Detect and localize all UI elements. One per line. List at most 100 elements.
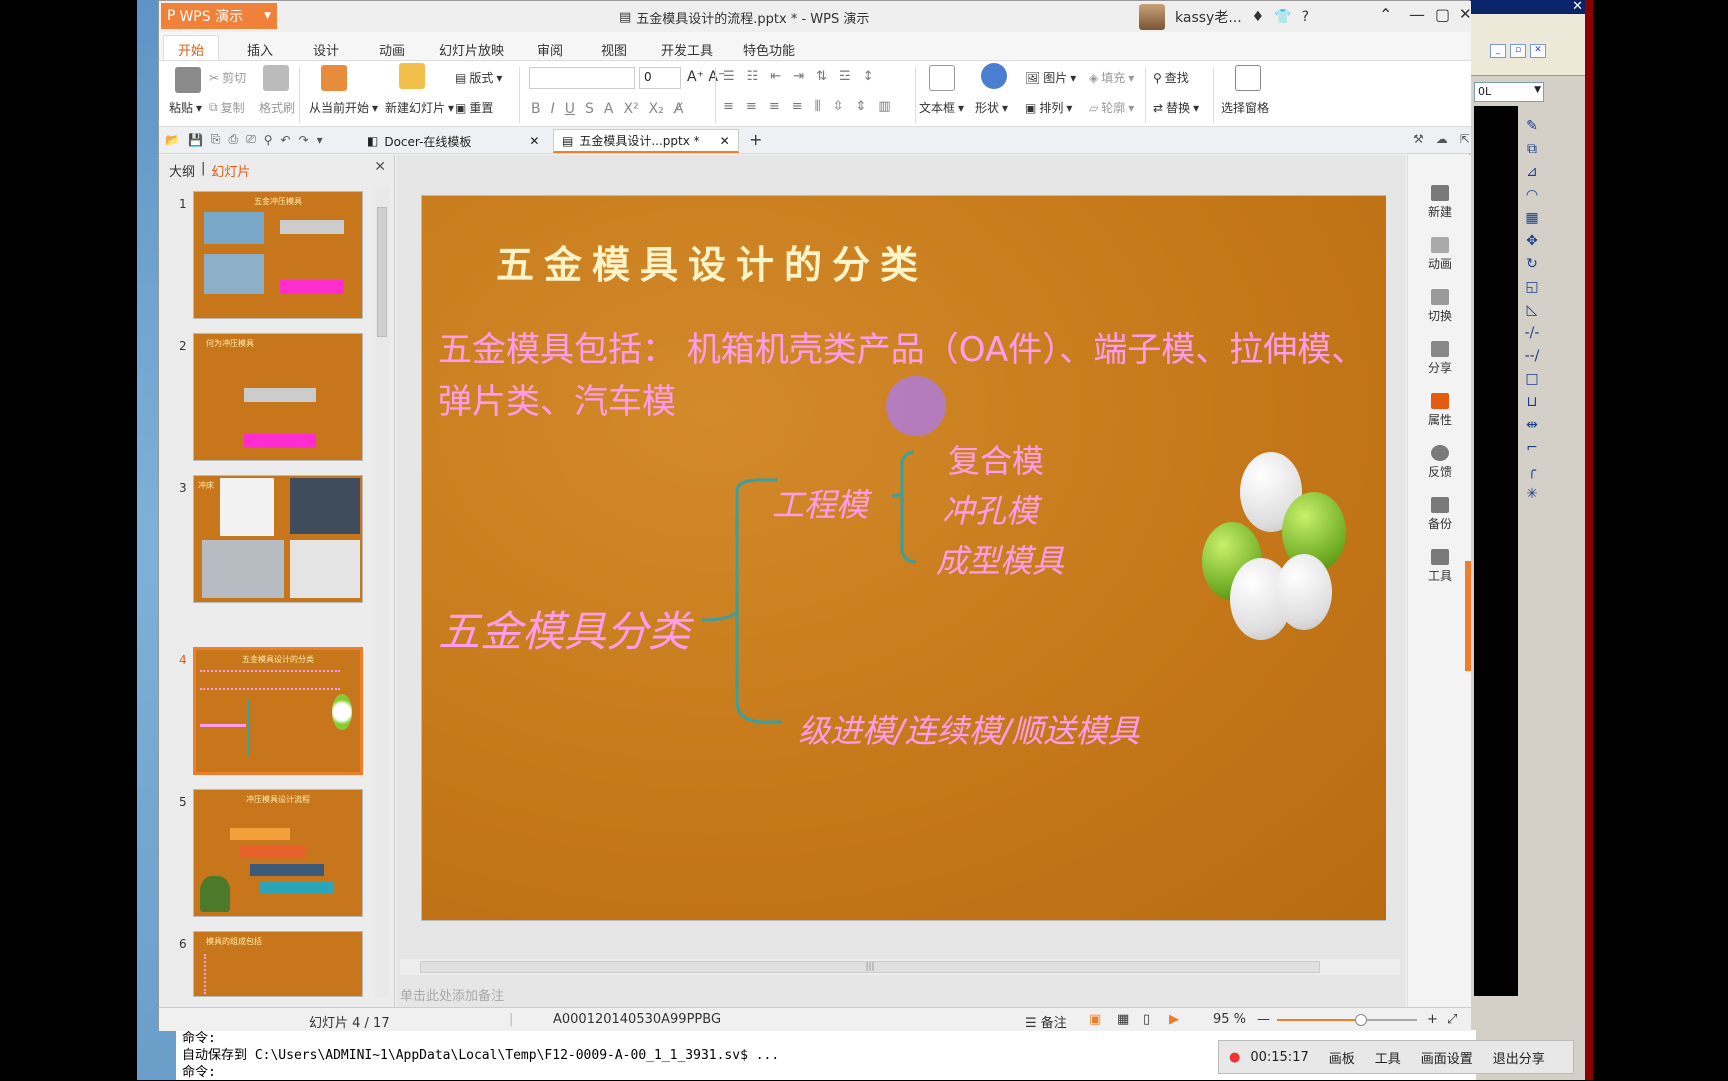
undo-icon[interactable]: ↶: [281, 133, 291, 147]
zoom-knob[interactable]: [1355, 1014, 1367, 1026]
copy-button[interactable]: ⧉ 复制: [209, 99, 245, 116]
cad-close-doc-icon[interactable]: ✕: [1530, 44, 1546, 58]
reading-view-icon[interactable]: ▯: [1143, 1012, 1150, 1027]
tab-view[interactable]: 视图: [601, 36, 627, 61]
export-pdf-icon[interactable]: ⎘: [211, 132, 221, 147]
offset-icon[interactable]: ◠: [1522, 185, 1542, 205]
align-right-icon[interactable]: ≡: [769, 99, 780, 114]
notes-toggle[interactable]: ☰ 备注: [1025, 1012, 1067, 1031]
copy-object-icon[interactable]: ⧉: [1522, 139, 1542, 159]
minimize-icon[interactable]: —: [1409, 5, 1425, 24]
mindmap-leaf-punching[interactable]: 冲孔模: [942, 486, 1038, 532]
tools-button[interactable]: 工具: [1365, 1048, 1411, 1067]
selection-pane-button[interactable]: 选择窗格: [1221, 99, 1269, 116]
paste-button[interactable]: 粘贴 ▾: [169, 99, 202, 116]
maximize-icon[interactable]: ▢: [1435, 5, 1450, 24]
cad-close-icon[interactable]: ✕: [1572, 0, 1583, 14]
trim-icon[interactable]: -/-: [1522, 323, 1542, 343]
tab-features[interactable]: 特色功能: [743, 36, 795, 61]
font-name-input[interactable]: [529, 67, 635, 89]
tab-document[interactable]: ▤ 五金模具设计...pptx * ✕: [553, 129, 739, 153]
sidebar-transition[interactable]: 切换: [1408, 289, 1472, 324]
numbering-icon[interactable]: ☷: [747, 69, 759, 84]
slide-title[interactable]: 五金模具设计的分类: [496, 234, 928, 289]
collapse-ribbon-icon[interactable]: ⌃: [1379, 5, 1392, 24]
sidebar-tools[interactable]: 工具: [1408, 549, 1472, 584]
shirt-icon[interactable]: 👕: [1274, 9, 1291, 25]
mindmap-branch-engineering[interactable]: 工程模: [772, 480, 868, 526]
close-icon[interactable]: ✕: [374, 159, 386, 175]
increase-indent-icon[interactable]: ⇥: [793, 69, 804, 84]
cad-minimize-icon[interactable]: _: [1490, 44, 1506, 58]
stretch-icon[interactable]: ◺: [1522, 300, 1542, 320]
bold-icon[interactable]: B: [531, 101, 541, 117]
cad-layer-combo[interactable]: 0L ▼: [1474, 82, 1544, 102]
format-painter-button[interactable]: 格式刷: [259, 99, 295, 116]
user-area[interactable]: kassy老... ♦ 👕 ?: [1139, 4, 1309, 30]
new-slide-icon[interactable]: [399, 63, 425, 89]
paste-icon[interactable]: [175, 67, 201, 93]
zoom-out-icon[interactable]: —: [1257, 1012, 1270, 1027]
scrollbar-thumb[interactable]: [377, 207, 387, 337]
slide-sorter-icon[interactable]: ▦: [1117, 1012, 1129, 1027]
fit-window-icon[interactable]: ⤢: [1447, 1012, 1457, 1027]
align-left-icon[interactable]: ≡: [723, 99, 734, 114]
picture-button[interactable]: 🖼 图片 ▾: [1025, 69, 1076, 86]
distribute-icon[interactable]: ⫼: [815, 99, 821, 114]
sidebar-share[interactable]: 分享: [1408, 341, 1472, 376]
from-current-button[interactable]: 从当前开始 ▾: [309, 99, 378, 116]
bullets-icon[interactable]: ☰: [723, 69, 735, 84]
strikethrough-icon[interactable]: S: [585, 101, 594, 117]
main-scrollbar[interactable]: [1386, 157, 1402, 957]
user-name[interactable]: kassy老...: [1175, 7, 1242, 27]
slide-canvas[interactable]: 五金模具设计的分类 五金模具包括： 机箱机壳类产品（OA件）、端子模、拉伸模、弹…: [421, 195, 1389, 921]
tab-home[interactable]: 开始: [163, 35, 220, 60]
para-spacing-icon[interactable]: ⇕: [856, 99, 867, 114]
pin-icon[interactable]: ⚒: [1413, 132, 1424, 146]
pencil-icon[interactable]: ✎: [1522, 116, 1542, 136]
text-box-button[interactable]: 文本框 ▾: [919, 99, 964, 116]
close-icon[interactable]: ✕: [529, 134, 539, 148]
new-slide-button[interactable]: 新建幻灯片 ▾: [385, 99, 454, 116]
sidebar-new[interactable]: 新建: [1408, 185, 1472, 220]
print-icon[interactable]: ⎙: [229, 132, 239, 147]
cad-drawing-area[interactable]: [1474, 106, 1518, 996]
slides-scrollbar[interactable]: [375, 185, 389, 997]
layout-button[interactable]: ▤ 版式 ▾: [455, 69, 502, 86]
chevron-down-icon[interactable]: ▾: [317, 133, 323, 147]
skin-icon[interactable]: ♦: [1252, 9, 1265, 25]
close-icon[interactable]: ✕: [1459, 5, 1472, 23]
help-button[interactable]: ?: [1302, 9, 1309, 25]
slide-thumbnail-2[interactable]: 何为冲压模具: [193, 333, 363, 461]
horizontal-scrollbar[interactable]: |||: [400, 959, 1400, 975]
print-preview-icon[interactable]: ⎚: [246, 132, 256, 147]
cad-restore-icon[interactable]: ▫: [1510, 44, 1526, 58]
break-at-point-icon[interactable]: ⊔: [1522, 392, 1542, 412]
grow-font-icon[interactable]: A⁺ A⁻: [687, 69, 725, 85]
chamfer-icon[interactable]: ⌐: [1522, 438, 1542, 458]
slideshow-icon[interactable]: ▶: [1169, 1012, 1179, 1027]
tab-slides[interactable]: 幻灯片: [211, 161, 250, 180]
align-center-icon[interactable]: ≡: [746, 99, 757, 114]
tab-design[interactable]: 设计: [313, 36, 339, 61]
board-button[interactable]: 画板: [1319, 1048, 1365, 1067]
share-icon[interactable]: ⇱: [1460, 132, 1470, 146]
mirror-icon[interactable]: ⊿: [1522, 162, 1542, 182]
extend-icon[interactable]: --/: [1522, 346, 1542, 366]
zoom-slider[interactable]: [1277, 1014, 1417, 1026]
scrollbar-thumb[interactable]: |||: [420, 961, 1320, 973]
tab-insert[interactable]: 插入: [247, 36, 273, 61]
tab-review[interactable]: 审阅: [537, 36, 563, 61]
subscript-icon[interactable]: X₂: [649, 101, 664, 117]
mindmap-leaf-forming[interactable]: 成型模具: [936, 536, 1064, 582]
save-icon[interactable]: 💾: [188, 133, 203, 147]
superscript-icon[interactable]: X²: [623, 101, 638, 117]
justify-icon[interactable]: ≡: [792, 99, 803, 114]
close-icon[interactable]: ✕: [720, 134, 730, 148]
tab-outline[interactable]: 大纲: [169, 161, 195, 180]
screen-settings-button[interactable]: 画面设置: [1411, 1048, 1483, 1067]
reset-button[interactable]: ▣ 重置: [455, 99, 493, 116]
replace-button[interactable]: ⇄ 替换 ▾: [1153, 99, 1199, 116]
outline-button[interactable]: ▱ 轮廓 ▾: [1089, 99, 1134, 116]
slide-thumbnail-6[interactable]: 模具的组成包括: [193, 931, 363, 997]
